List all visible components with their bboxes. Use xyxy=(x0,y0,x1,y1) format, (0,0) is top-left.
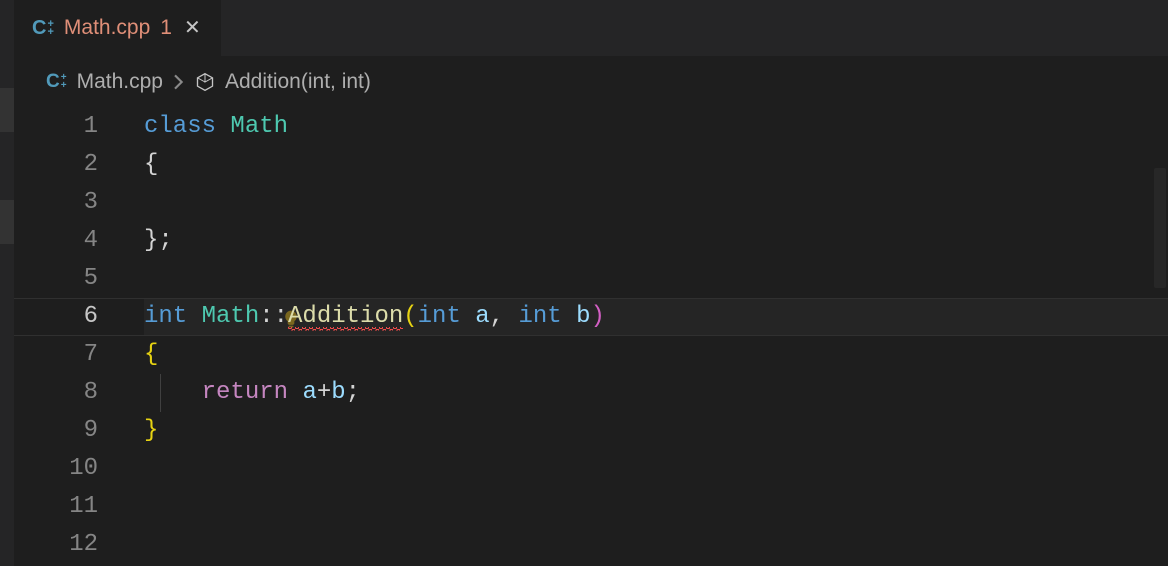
token-keyword: class xyxy=(144,113,230,140)
token-brace: } xyxy=(144,227,158,254)
line-number: 11 xyxy=(14,488,126,526)
token-op: + xyxy=(317,379,331,406)
code-line[interactable]: int Math::Addition(int a, int b) xyxy=(144,298,1168,336)
token-paren: ( xyxy=(403,303,417,330)
scrollbar-thumb[interactable] xyxy=(1154,168,1166,288)
method-icon xyxy=(195,72,215,92)
token-type: Math xyxy=(202,303,260,330)
line-number: 10 xyxy=(14,450,126,488)
breadcrumb-symbol[interactable]: Addition(int, int) xyxy=(225,70,371,94)
code-line[interactable]: } xyxy=(144,412,1168,450)
token-param: a xyxy=(475,303,489,330)
token-punc: ; xyxy=(158,227,172,254)
code-line[interactable]: { xyxy=(144,336,1168,374)
token-brace: { xyxy=(144,151,158,178)
token-keyword: int xyxy=(144,303,202,330)
tab-dirty-badge: 1 xyxy=(160,16,172,40)
line-number: 8 xyxy=(14,374,126,412)
code-line[interactable] xyxy=(144,488,1168,526)
breadcrumb[interactable]: C++ Math.cpp Addition(int, int) xyxy=(14,56,1168,108)
code-line[interactable] xyxy=(144,184,1168,222)
token-punc: , xyxy=(490,303,519,330)
token-brace: { xyxy=(144,341,158,368)
line-number: 1 xyxy=(14,108,126,146)
token-param: b xyxy=(576,303,590,330)
code-line[interactable]: }; xyxy=(144,222,1168,260)
token-indent xyxy=(144,379,202,406)
token-punc: ; xyxy=(346,379,360,406)
cpp-file-icon-letter: C xyxy=(32,17,46,40)
lightbulb-icon[interactable] xyxy=(166,267,186,287)
line-number: 5 xyxy=(14,260,126,298)
tab-filename: Math.cpp xyxy=(64,16,150,40)
line-number: 9 xyxy=(14,412,126,450)
code-line[interactable]: return a+b; xyxy=(144,374,1168,412)
line-number: 12 xyxy=(14,526,126,564)
cpp-file-icon-letter: C xyxy=(46,71,60,93)
cpp-file-icon: C++ xyxy=(46,71,67,93)
activity-marker xyxy=(0,88,14,132)
token-paren: ) xyxy=(591,303,605,330)
cpp-file-icon: C++ xyxy=(32,17,54,40)
code-editor[interactable]: 1 2 3 4 5 6 7 8 9 10 11 12 class Math { … xyxy=(14,108,1168,566)
line-number: 7 xyxy=(14,336,126,374)
token-type: Math xyxy=(230,113,288,140)
indent-guide xyxy=(160,374,161,412)
code-line[interactable]: class Math xyxy=(144,108,1168,146)
token-keyword: return xyxy=(202,379,303,406)
close-tab-button[interactable]: ✕ xyxy=(182,16,203,40)
code-line[interactable] xyxy=(144,450,1168,488)
line-number-gutter: 1 2 3 4 5 6 7 8 9 10 11 12 xyxy=(14,108,126,564)
token-var: a xyxy=(302,379,316,406)
activity-bar xyxy=(0,0,14,566)
line-number: 3 xyxy=(14,184,126,222)
breadcrumb-file[interactable]: Math.cpp xyxy=(77,70,163,94)
line-number: 2 xyxy=(14,146,126,184)
token-keyword: int xyxy=(418,303,476,330)
activity-marker xyxy=(0,200,14,244)
token-punc: :: xyxy=(259,303,288,330)
line-number: 6 xyxy=(14,298,126,336)
chevron-right-icon xyxy=(173,74,185,90)
code-line[interactable] xyxy=(144,260,1168,298)
line-number: 4 xyxy=(14,222,126,260)
code-line[interactable]: { xyxy=(144,146,1168,184)
code-content[interactable]: class Math { }; int Math::Addition(int a… xyxy=(144,108,1168,564)
code-line[interactable] xyxy=(144,526,1168,564)
token-function-error: Addition xyxy=(288,303,403,330)
token-keyword: int xyxy=(518,303,576,330)
tab-math-cpp[interactable]: C++ Math.cpp 1 ✕ xyxy=(14,0,222,56)
token-brace: } xyxy=(144,417,158,444)
token-var: b xyxy=(331,379,345,406)
tab-strip: C++ Math.cpp 1 ✕ xyxy=(14,0,1168,56)
